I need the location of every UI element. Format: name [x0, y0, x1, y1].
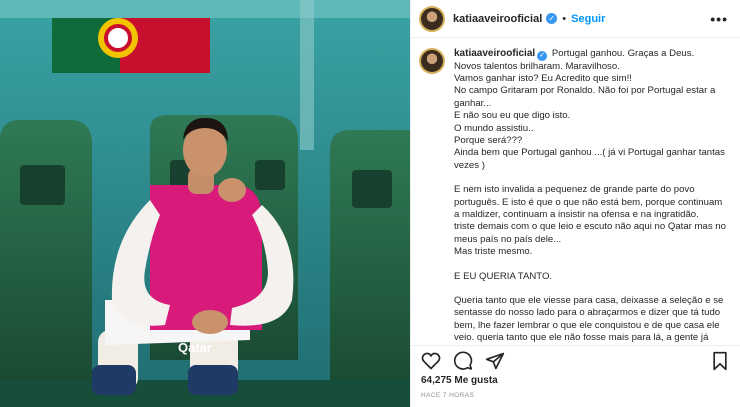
caption-area: katiaaveirooficial ✓ Portugal ganhou. Gra…	[411, 38, 740, 345]
likes-count[interactable]: 64,275 Me gusta	[411, 375, 740, 389]
caption-avatar[interactable]	[419, 48, 445, 74]
verified-badge-icon: ✓	[546, 13, 558, 24]
caption-username[interactable]: katiaaveirooficial	[454, 48, 535, 59]
caption-line: Porque será???	[454, 134, 523, 146]
caption-verified-badge-icon: ✓	[537, 50, 548, 61]
caption-line: Novos talentos brilharam. Maravilhoso.	[454, 60, 620, 72]
share-icon[interactable]	[485, 351, 505, 371]
instagram-post: Qatar katiaaveirooficial ✓ • Seguir ••• …	[0, 0, 740, 407]
more-dots-icon[interactable]: •••	[710, 11, 728, 27]
caption-line: E EU QUERIA TANTO.	[454, 270, 553, 282]
caption-line: triste demais com o que leio e escuto nã…	[454, 221, 729, 245]
comment-icon[interactable]	[453, 351, 473, 371]
post-header: katiaaveirooficial ✓ • Seguir •••	[411, 0, 740, 38]
portugal-flag	[52, 18, 210, 73]
caption-line: E nem isto invalida a pequenez de grande…	[454, 184, 725, 220]
post-time: HACE 7 HORAS	[421, 392, 475, 399]
header-username[interactable]: katiaaveirooficial	[453, 13, 542, 25]
caption-line: O mundo assistiu..	[454, 122, 534, 134]
caption-line: Vamos ganhar isto? Eu Acredito que sim!!	[454, 72, 632, 84]
caption-line: Mas triste mesmo.	[454, 246, 533, 258]
caption-first-line: Portugal ganhou. Graças a Deus.	[551, 48, 695, 59]
post-side-panel: katiaaveirooficial ✓ • Seguir ••• katiaa…	[410, 0, 740, 407]
shirt-text: Qatar	[178, 340, 212, 355]
caption-line: No campo Gritaram por Ronaldo. Não foi p…	[454, 85, 718, 109]
avatar[interactable]	[419, 5, 445, 32]
action-bar	[411, 345, 740, 375]
bookmark-icon[interactable]	[710, 351, 730, 371]
follow-button[interactable]: Seguir	[571, 13, 605, 25]
header-separator: •	[562, 12, 567, 25]
caption-line: Queria tanto que ele viesse para casa, d…	[454, 295, 726, 344]
caption-line: E não sou eu que digo isto.	[454, 110, 571, 122]
post-photo[interactable]: Qatar	[0, 0, 410, 407]
caption-line: Ainda bem que Portugal ganhou ...( já vi…	[454, 147, 728, 171]
bench-scene-image: Qatar	[0, 0, 410, 407]
caption-text: katiaaveirooficial ✓ Portugal ganhou. Gra…	[454, 48, 728, 345]
heart-icon[interactable]	[421, 351, 441, 371]
